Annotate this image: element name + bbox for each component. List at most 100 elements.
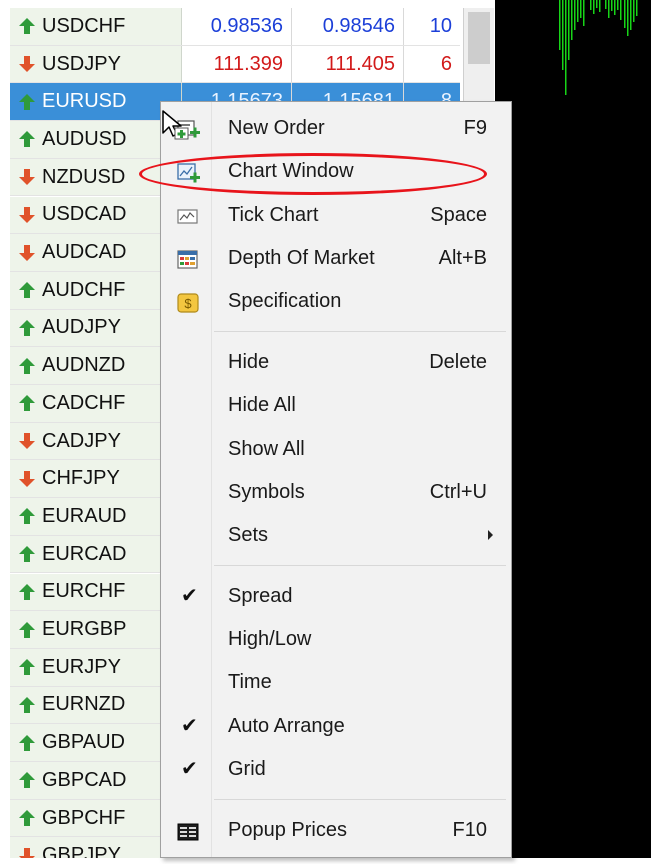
submenu-arrow-icon <box>488 530 493 540</box>
symbol-name: GBPJPY <box>42 844 121 858</box>
symbol-cell[interactable]: USDCAD <box>10 196 182 234</box>
symbol-name: AUDNZD <box>42 354 126 377</box>
menu-item-label: Specification <box>228 290 342 312</box>
symbol-name: USDCHF <box>42 14 126 37</box>
menu-item-label: Spread <box>228 585 293 607</box>
symbol-cell[interactable]: GBPAUD <box>10 724 182 761</box>
symbol-name: GBPCHF <box>42 806 126 829</box>
symbol-cell[interactable]: EURCAD <box>10 535 182 573</box>
tick-chart-icon <box>177 209 198 224</box>
chart-bar <box>574 0 576 30</box>
arrow-down-icon <box>19 433 35 450</box>
symbol-name: EURCAD <box>42 542 127 565</box>
menu-item-tick-chart[interactable]: Tick Chart Space <box>161 196 511 236</box>
symbol-cell[interactable]: EURAUD <box>10 498 182 535</box>
menu-item-label: Depth Of Market <box>228 247 375 269</box>
menu-item-show-all[interactable]: Show All <box>161 430 511 470</box>
symbol-name: USDJPY <box>42 52 121 75</box>
menu-item-hide-all[interactable]: Hide All <box>161 386 511 426</box>
symbol-cell[interactable]: EURNZD <box>10 686 182 724</box>
symbol-name: AUDJPY <box>42 316 121 339</box>
bid-cell: 0.98536 <box>182 8 292 45</box>
chart-bar <box>624 0 626 28</box>
arrow-down-icon <box>19 847 35 858</box>
chart-bar <box>590 0 592 10</box>
svg-text:$: $ <box>184 296 192 311</box>
arrow-up-icon <box>19 319 35 336</box>
mouse-cursor-icon <box>162 110 189 140</box>
arrow-down-icon <box>19 470 35 487</box>
arrow-down-icon <box>19 206 35 223</box>
symbol-cell[interactable]: GBPCHF <box>10 799 182 837</box>
menu-item-auto-arrange[interactable]: ✔ Auto Arrange <box>161 707 511 747</box>
symbol-cell[interactable]: USDJPY <box>10 45 182 83</box>
menu-item-new-order[interactable]: New Order F9 <box>161 109 511 149</box>
symbol-cell[interactable]: GBPJPY <box>10 837 182 858</box>
menu-item-label: Show All <box>228 438 305 460</box>
menu-item-depth-of-market[interactable]: Depth Of Market Alt+B <box>161 239 511 279</box>
menu-item-hide[interactable]: Hide Delete <box>161 343 511 383</box>
symbol-cell[interactable]: AUDNZD <box>10 347 182 384</box>
symbol-cell[interactable]: AUDUSD <box>10 121 182 158</box>
menu-item-time[interactable]: Time <box>161 663 511 703</box>
symbol-cell[interactable]: CADCHF <box>10 385 182 422</box>
menu-item-symbols[interactable]: Symbols Ctrl+U <box>161 473 511 513</box>
symbol-cell[interactable]: AUDCHF <box>10 271 182 309</box>
symbol-name: EURNZD <box>42 693 126 716</box>
symbol-cell[interactable]: EURJPY <box>10 648 182 686</box>
symbol-cell[interactable]: CADJPY <box>10 422 182 460</box>
scrollbar-thumb[interactable] <box>468 12 490 64</box>
menu-item-grid[interactable]: ✔ Grid <box>161 750 511 790</box>
symbol-cell[interactable]: CHFJPY <box>10 460 182 498</box>
symbol-name: NZDUSD <box>42 165 126 188</box>
watchlist-row-usdjpy[interactable]: USDJPY 111.399 111.405 6 <box>10 45 460 84</box>
chart-bar <box>571 0 573 40</box>
arrow-up-icon <box>19 131 35 148</box>
watchlist-row-usdchf[interactable]: USDCHF 0.98536 0.98546 10 <box>10 8 460 46</box>
ask-cell: 111.405 <box>292 45 404 83</box>
price-chart[interactable] <box>495 0 651 858</box>
symbol-cell[interactable]: AUDCAD <box>10 234 182 271</box>
menu-item-high-low[interactable]: High/Low <box>161 620 511 660</box>
menu-item-label: Popup Prices <box>228 819 347 841</box>
symbol-cell[interactable]: AUDJPY <box>10 309 182 347</box>
menu-item-shortcut: F9 <box>463 117 487 139</box>
menu-item-shortcut: F10 <box>452 819 487 841</box>
arrow-down-icon <box>19 244 35 261</box>
chart-bar <box>620 0 622 20</box>
chart-bar <box>577 0 579 22</box>
menu-item-label: High/Low <box>228 628 312 650</box>
specification-icon: $ <box>177 293 199 313</box>
symbol-cell[interactable]: EURCHF <box>10 573 182 611</box>
chart-bar <box>565 0 567 95</box>
symbol-name: CADJPY <box>42 429 121 452</box>
ask-cell: 0.98546 <box>292 8 404 45</box>
symbol-cell[interactable]: EURGBP <box>10 611 182 648</box>
chart-bar <box>568 0 570 60</box>
menu-item-popup-prices[interactable]: Popup Prices F10 <box>161 811 511 851</box>
menu-item-sets[interactable]: Sets <box>161 516 511 556</box>
chart-bar <box>605 0 607 9</box>
symbol-name: CHFJPY <box>42 467 120 490</box>
checkmark-icon: ✔ <box>181 585 198 607</box>
menu-item-label: Time <box>228 671 272 693</box>
context-menu: New Order F9 Chart Window Tick Chart Spa… <box>160 101 512 858</box>
menu-separator <box>214 799 506 800</box>
symbol-name: EURAUD <box>42 504 127 527</box>
arrow-up-icon <box>19 282 35 299</box>
symbol-cell[interactable]: USDCHF <box>10 8 182 45</box>
arrow-down-icon <box>19 169 35 186</box>
symbol-cell[interactable]: GBPCAD <box>10 762 182 799</box>
symbol-name: EURJPY <box>42 655 121 678</box>
symbol-cell[interactable]: EURUSD <box>10 83 182 121</box>
menu-item-spread[interactable]: ✔ Spread <box>161 577 511 617</box>
menu-item-label: Sets <box>228 524 269 546</box>
arrow-up-icon <box>19 508 35 525</box>
menu-item-specification[interactable]: $ Specification <box>161 282 511 322</box>
chart-candles <box>559 0 638 95</box>
arrow-up-icon <box>19 395 35 412</box>
depth-of-market-icon <box>177 250 198 269</box>
chart-bar <box>559 0 561 50</box>
symbol-name: CADCHF <box>42 391 126 414</box>
arrow-up-icon <box>19 696 35 713</box>
